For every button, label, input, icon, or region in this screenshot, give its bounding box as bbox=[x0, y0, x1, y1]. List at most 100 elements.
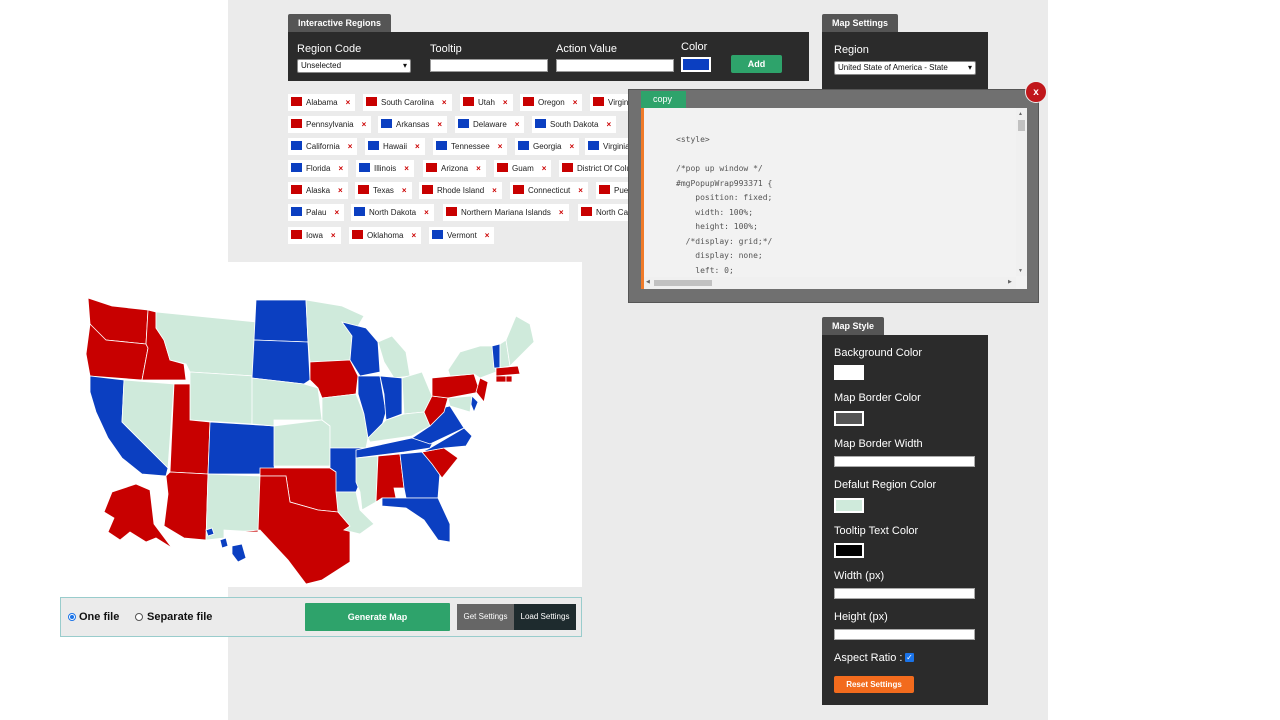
remove-region-icon[interactable]: × bbox=[362, 120, 367, 129]
state-pennsylvania[interactable] bbox=[431, 373, 481, 399]
action-value-input[interactable] bbox=[556, 59, 674, 72]
state-new-jersey[interactable] bbox=[475, 377, 489, 403]
state-hawaii-2[interactable] bbox=[219, 537, 229, 549]
state-new-mexico[interactable] bbox=[205, 473, 261, 541]
remove-region-icon[interactable]: × bbox=[569, 142, 574, 151]
remove-region-icon[interactable]: × bbox=[404, 164, 409, 173]
region-chip-label: District Of Columbia bbox=[577, 164, 628, 173]
region-chip-label: Connecticut bbox=[528, 186, 571, 195]
close-icon[interactable]: x bbox=[1025, 81, 1047, 103]
state-rhode-island[interactable] bbox=[505, 375, 513, 383]
remove-region-icon[interactable]: × bbox=[498, 142, 503, 151]
remove-region-icon[interactable]: × bbox=[437, 120, 442, 129]
region-color-picker[interactable] bbox=[681, 57, 711, 72]
remove-region-icon[interactable]: × bbox=[578, 186, 583, 195]
chevron-down-icon: ▾ bbox=[967, 63, 972, 72]
state-colorado[interactable] bbox=[207, 421, 277, 475]
remove-region-icon[interactable]: × bbox=[338, 186, 343, 195]
remove-region-icon[interactable]: × bbox=[559, 208, 564, 217]
region-chip-label: Arizona bbox=[441, 164, 469, 173]
state-mississippi[interactable] bbox=[355, 455, 379, 511]
remove-region-icon[interactable]: × bbox=[346, 98, 351, 107]
state-hawaii-1[interactable] bbox=[205, 527, 215, 537]
reset-settings-button[interactable]: Reset Settings bbox=[834, 676, 914, 693]
aspect-ratio-checkbox[interactable]: ✓ bbox=[905, 653, 914, 662]
region-color-swatch bbox=[458, 119, 469, 129]
remove-region-icon[interactable]: × bbox=[424, 208, 429, 217]
region-chip: Texas × bbox=[355, 182, 412, 199]
scroll-up-icon[interactable]: ▲ bbox=[1018, 111, 1023, 117]
region-chip: Connecticut × bbox=[510, 182, 588, 199]
state-nebraska[interactable] bbox=[251, 377, 323, 427]
load-settings-button[interactable]: Load Settings bbox=[514, 604, 576, 630]
tooltip-text-color-picker[interactable] bbox=[834, 543, 864, 558]
state-arizona[interactable] bbox=[163, 471, 209, 541]
remove-region-icon[interactable]: × bbox=[338, 164, 343, 173]
horizontal-scrollbar[interactable]: ◀ ▶ bbox=[644, 277, 1016, 289]
border-width-input[interactable] bbox=[834, 456, 975, 467]
state-massachusetts[interactable] bbox=[495, 365, 521, 377]
region-select[interactable]: United State of America - State ▾ bbox=[834, 61, 976, 75]
width-input[interactable] bbox=[834, 588, 975, 599]
separate-file-radio[interactable] bbox=[135, 613, 143, 621]
generate-map-button[interactable]: Generate Map bbox=[305, 603, 450, 631]
scroll-left-icon[interactable]: ◀ bbox=[646, 279, 650, 285]
region-chip-label: Northern Mariana Islands bbox=[461, 208, 551, 217]
state-alabama[interactable] bbox=[375, 453, 405, 503]
add-region-button[interactable]: Add bbox=[731, 55, 782, 73]
state-kansas[interactable] bbox=[273, 419, 331, 467]
state-maine[interactable] bbox=[505, 315, 535, 367]
state-north-dakota[interactable] bbox=[253, 299, 309, 343]
one-file-radio[interactable] bbox=[68, 613, 76, 621]
region-chip-label: Iowa bbox=[306, 231, 323, 240]
remove-region-icon[interactable]: × bbox=[442, 98, 447, 107]
default-region-color-picker[interactable] bbox=[834, 498, 864, 513]
remove-region-icon[interactable]: × bbox=[348, 142, 353, 151]
region-chip-label: Virginia bbox=[603, 142, 628, 151]
copy-button[interactable]: copy bbox=[641, 91, 686, 108]
get-settings-button[interactable]: Get Settings bbox=[457, 604, 514, 630]
vertical-scrollbar[interactable]: ▲ ▼ bbox=[1016, 108, 1027, 276]
region-chip: Arkansas × bbox=[378, 116, 448, 133]
remove-region-icon[interactable]: × bbox=[492, 186, 497, 195]
state-michigan[interactable] bbox=[377, 335, 411, 379]
region-chip: Hawaii × bbox=[365, 138, 425, 155]
height-input[interactable] bbox=[834, 629, 975, 640]
state-florida[interactable] bbox=[381, 497, 451, 543]
state-connecticut[interactable] bbox=[495, 375, 507, 383]
remove-region-icon[interactable]: × bbox=[411, 231, 416, 240]
remove-region-icon[interactable]: × bbox=[476, 164, 481, 173]
remove-region-icon[interactable]: × bbox=[334, 208, 339, 217]
region-chip-label: Virginia bbox=[608, 98, 628, 107]
interactive-regions-panel: Region Code Unselected ▾ Tooltip Action … bbox=[288, 32, 809, 81]
region-color-swatch bbox=[523, 97, 534, 107]
code-view[interactable]: <style> /*pop up window */ #mgPopupWrap993… bbox=[641, 108, 1027, 289]
region-color-swatch bbox=[599, 185, 610, 195]
region-chip: California × bbox=[288, 138, 358, 155]
state-alaska[interactable] bbox=[103, 483, 173, 549]
tooltip-input[interactable] bbox=[430, 59, 548, 72]
scroll-right-icon[interactable]: ▶ bbox=[1008, 279, 1012, 285]
remove-region-icon[interactable]: × bbox=[485, 231, 490, 240]
state-new-york[interactable] bbox=[447, 345, 497, 379]
state-south-dakota[interactable] bbox=[251, 339, 311, 385]
background-color-picker[interactable] bbox=[834, 365, 864, 380]
remove-region-icon[interactable]: × bbox=[402, 186, 407, 195]
region-chip: Alabama × bbox=[288, 94, 356, 111]
remove-region-icon[interactable]: × bbox=[606, 120, 611, 129]
remove-region-icon[interactable]: × bbox=[573, 98, 578, 107]
region-code-select[interactable]: Unselected ▾ bbox=[297, 59, 411, 73]
scroll-thumb[interactable] bbox=[654, 280, 712, 286]
region-chip-label: Rhode Island bbox=[437, 186, 485, 195]
remove-region-icon[interactable]: × bbox=[331, 231, 336, 240]
remove-region-icon[interactable]: × bbox=[415, 142, 420, 151]
remove-region-icon[interactable]: × bbox=[503, 98, 508, 107]
scroll-down-icon[interactable]: ▼ bbox=[1018, 268, 1023, 274]
state-wyoming[interactable] bbox=[189, 371, 255, 425]
remove-region-icon[interactable]: × bbox=[515, 120, 520, 129]
region-chip: Vermont × bbox=[429, 227, 495, 244]
border-color-picker[interactable] bbox=[834, 411, 864, 426]
state-hawaii-3[interactable] bbox=[231, 543, 247, 563]
remove-region-icon[interactable]: × bbox=[542, 164, 547, 173]
scroll-thumb[interactable] bbox=[1018, 120, 1025, 131]
